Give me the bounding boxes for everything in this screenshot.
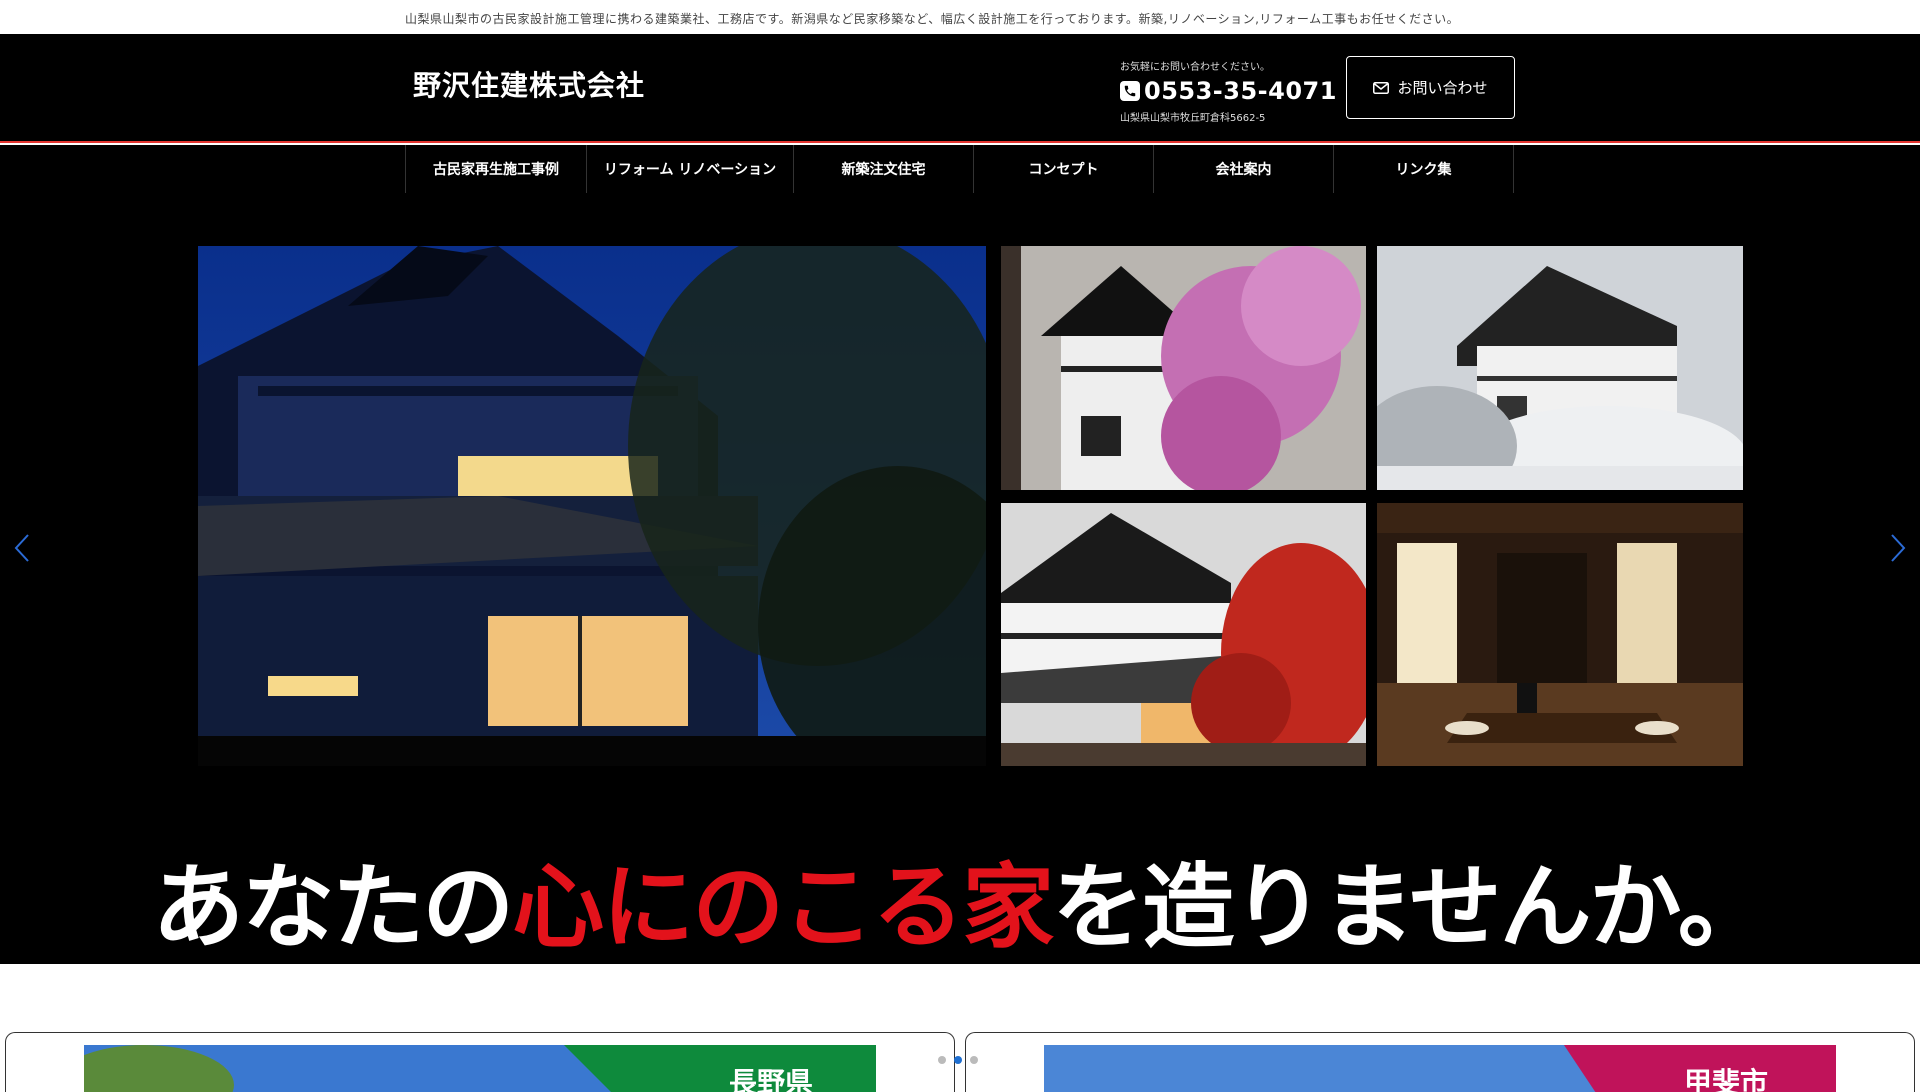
card-photo-nagano: 長野県 (84, 1045, 876, 1092)
site-header: 野沢住建株式会社 お気軽にお問い合わせください。 0553-35-4071 山梨… (0, 34, 1920, 143)
region-card-kai[interactable]: 甲斐市 (965, 1032, 1915, 1092)
phone-row[interactable]: 0553-35-4071 (1120, 77, 1337, 105)
chevron-right-icon (1891, 534, 1906, 562)
hero-photo-snow (1377, 246, 1743, 490)
hero-photo-blossoms (1001, 246, 1366, 490)
top-info-bar: 山梨県山梨市の古民家設計施工管理に携わる建築業社、工務店です。新潟県など民家移築… (0, 0, 1920, 34)
company-address: 山梨県山梨市牧丘町倉科5662-5 (1120, 113, 1266, 124)
main-navigation: 古民家再生施工事例 リフォーム リノベーション 新築注文住宅 コンセプト 会社案… (0, 145, 1920, 193)
tagline-part-1: あなたの (152, 853, 514, 961)
tagline-highlight: 心にのこる家 (512, 853, 1054, 961)
region-cards: 長野県 甲斐市 (0, 964, 1920, 1092)
hero-main-photo (198, 246, 986, 766)
chevron-left-icon (14, 534, 29, 562)
nav-item-new-house[interactable]: 新築注文住宅 (793, 145, 973, 193)
hero-slider: あなたの心にのこる家を造りませんか。 (0, 193, 1920, 964)
contact-note: お気軽にお問い合わせください。 (1120, 62, 1270, 73)
card-photo-kai: 甲斐市 (1044, 1045, 1836, 1092)
nav-item-links[interactable]: リンク集 (1333, 145, 1514, 193)
nav-item-concept[interactable]: コンセプト (973, 145, 1153, 193)
card-label-nagano: 長野県 (729, 1066, 814, 1092)
site-description: 山梨県山梨市の古民家設計施工管理に携わる建築業社、工務店です。新潟県など民家移築… (405, 12, 1460, 26)
contact-button[interactable]: お問い合わせ (1346, 56, 1515, 119)
region-card-nagano[interactable]: 長野県 (5, 1032, 955, 1092)
pagination-dot[interactable] (938, 1056, 946, 1064)
slider-pagination (938, 1056, 978, 1064)
slider-prev-arrow[interactable] (8, 523, 38, 573)
tagline-part-3: を造りませんか。 (1052, 853, 1769, 961)
phone-number[interactable]: 0553-35-4071 (1144, 77, 1337, 105)
contact-button-label: お問い合わせ (1397, 79, 1488, 97)
company-logo[interactable]: 野沢住建株式会社 (413, 64, 645, 104)
card-label-kai: 甲斐市 (1684, 1066, 1769, 1092)
slider-next-arrow[interactable] (1882, 523, 1912, 573)
phone-icon (1120, 81, 1140, 101)
nav-item-reform[interactable]: リフォーム リノベーション (586, 145, 793, 193)
mail-icon (1373, 81, 1390, 94)
hero-photo-maple (1001, 503, 1366, 766)
hero-tagline: あなたの心にのこる家を造りませんか。 (0, 833, 1920, 966)
nav-item-company[interactable]: 会社案内 (1153, 145, 1333, 193)
pagination-dot[interactable] (970, 1056, 978, 1064)
hero-photo-interior (1377, 503, 1743, 766)
phone-contact: お気軽にお問い合わせください。 0553-35-4071 山梨県山梨市牧丘町倉科… (1120, 58, 1337, 124)
pagination-dot-active[interactable] (954, 1056, 962, 1064)
nav-item-kominka[interactable]: 古民家再生施工事例 (405, 145, 586, 193)
